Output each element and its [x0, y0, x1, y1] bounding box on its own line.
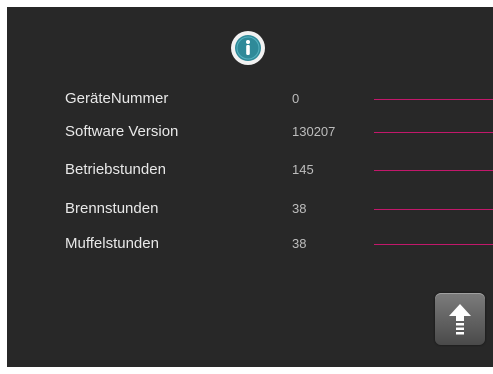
info-row-muffle-hours: Muffelstunden 38	[7, 233, 493, 255]
info-row-software-version: Software Version 130207	[7, 121, 493, 143]
row-divider	[374, 244, 493, 245]
page: GeräteNummer 0 Software Version 130207 B…	[0, 0, 493, 374]
info-row-operating-hours: Betriebstunden 145	[7, 159, 493, 181]
row-divider	[374, 170, 493, 171]
row-divider	[374, 132, 493, 133]
row-label: Muffelstunden	[65, 235, 159, 252]
row-label: GeräteNummer	[65, 90, 169, 107]
row-divider	[374, 209, 493, 210]
row-label: Brennstunden	[65, 200, 159, 217]
row-label: Software Version	[65, 123, 179, 140]
row-divider	[374, 99, 493, 100]
row-value: 130207	[292, 124, 336, 139]
row-label: Betriebstunden	[65, 161, 166, 178]
info-row-firing-hours: Brennstunden 38	[7, 198, 493, 220]
info-row-device-number: GeräteNummer 0	[7, 88, 493, 110]
arrow-up-icon	[449, 304, 471, 335]
row-value: 0	[292, 91, 300, 106]
up-button[interactable]	[435, 293, 485, 345]
device-screen: GeräteNummer 0 Software Version 130207 B…	[7, 7, 493, 367]
row-value: 145	[292, 162, 314, 177]
info-icon-graphic	[235, 35, 261, 61]
row-value: 38	[292, 201, 307, 216]
info-icon	[231, 31, 265, 65]
row-value: 38	[292, 236, 307, 251]
